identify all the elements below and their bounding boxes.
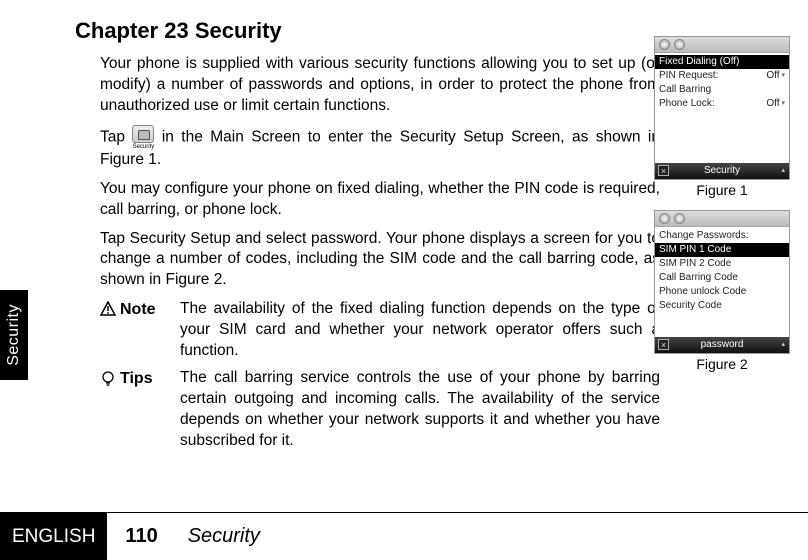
status-icon — [659, 213, 670, 224]
note-label: Note — [100, 299, 180, 362]
main-content: Your phone is supplied with various secu… — [100, 54, 660, 452]
list-item-label: Security Code — [659, 300, 722, 312]
paragraph-3: You may configure your phone on fixed di… — [100, 179, 660, 221]
note-block: Note The availability of the fixed diali… — [100, 299, 660, 362]
lightbulb-icon — [100, 370, 116, 388]
paragraph-1: Your phone is supplied with various secu… — [100, 54, 660, 117]
section-name: Security — [188, 525, 260, 548]
figure1-title: Security — [704, 165, 740, 177]
list-item-label: Phone unlock Code — [659, 286, 746, 298]
status-icon — [674, 39, 685, 50]
figure1-bottombar: × Security ▴ — [655, 163, 789, 179]
figure1-call-barring[interactable]: Call Barring — [659, 83, 785, 97]
security-icon-label: Security — [132, 144, 154, 150]
tips-block: Tips The call barring service controls t… — [100, 368, 660, 452]
up-arrow-icon: ▴ — [781, 167, 785, 175]
figure1-phone: Fixed Dialing (Off) PIN Request: Off ▾ C… — [654, 36, 790, 180]
figure2-header: Change Passwords: — [659, 229, 785, 243]
tips-body: The call barring service controls the us… — [180, 368, 660, 452]
figure1-fixed-dialing[interactable]: Fixed Dialing (Off) — [655, 55, 789, 69]
up-arrow-icon: ▴ — [781, 341, 785, 349]
pin-request-label: PIN Request: — [659, 70, 718, 82]
note-body: The availability of the fixed dialing fu… — [180, 299, 660, 362]
paragraph-4: Tap Security Setup and select password. … — [100, 229, 660, 292]
chevron-down-icon: ▾ — [781, 100, 785, 108]
side-tab: Security — [0, 290, 28, 380]
fixed-dialing-label: Fixed Dialing (Off) — [659, 56, 739, 68]
figure1-body: Fixed Dialing (Off) PIN Request: Off ▾ C… — [655, 53, 789, 163]
status-icon — [674, 213, 685, 224]
security-icon: Security — [132, 125, 154, 150]
list-item-label: SIM PIN 1 Code — [659, 244, 731, 256]
change-passwords-label: Change Passwords: — [659, 230, 749, 242]
phone-lock-label: Phone Lock: — [659, 98, 715, 110]
figure2-body: Change Passwords: SIM PIN 1 Code SIM PIN… — [655, 227, 789, 337]
side-tab-label: Security — [5, 304, 23, 366]
note-label-text: Note — [120, 299, 156, 321]
page-number: 110 — [125, 525, 157, 548]
p2-prefix: Tap — [100, 128, 132, 145]
figure2-item[interactable]: Call Barring Code — [659, 271, 785, 285]
figure1-topbar — [655, 37, 789, 53]
figure1-caption: Figure 1 — [654, 182, 790, 198]
figure2-item[interactable]: Security Code — [659, 299, 785, 313]
figure1-phone-lock[interactable]: Phone Lock: Off ▾ — [659, 97, 785, 111]
close-icon[interactable]: × — [658, 339, 669, 350]
tips-label: Tips — [100, 368, 180, 452]
tips-label-text: Tips — [120, 368, 153, 390]
figure2-item[interactable]: SIM PIN 1 Code — [655, 243, 789, 257]
p2-suffix: in the Main Screen to enter the Security… — [100, 128, 660, 167]
status-icon — [659, 39, 670, 50]
figure2-bottombar: × password ▴ — [655, 337, 789, 353]
figure2-topbar — [655, 211, 789, 227]
pin-request-value: Off — [766, 70, 779, 82]
list-item-label: Call Barring Code — [659, 272, 738, 284]
close-icon[interactable]: × — [658, 165, 669, 176]
phone-lock-value: Off — [766, 98, 779, 110]
paragraph-2: Tap Security in the Main Screen to enter… — [100, 125, 660, 171]
figure2-item[interactable]: SIM PIN 2 Code — [659, 257, 785, 271]
figures-column: Fixed Dialing (Off) PIN Request: Off ▾ C… — [654, 36, 790, 384]
chevron-down-icon: ▾ — [781, 72, 785, 80]
page-footer: ENGLISH 110 Security — [0, 512, 808, 560]
lock-icon — [132, 125, 154, 143]
figure2-item[interactable]: Phone unlock Code — [659, 285, 785, 299]
list-item-label: SIM PIN 2 Code — [659, 258, 731, 270]
language-badge: ENGLISH — [0, 513, 107, 560]
call-barring-label: Call Barring — [659, 84, 711, 96]
figure2-title: password — [701, 339, 744, 351]
figure2-phone: Change Passwords: SIM PIN 1 Code SIM PIN… — [654, 210, 790, 354]
figure2-caption: Figure 2 — [654, 356, 790, 372]
figure1-pin-request[interactable]: PIN Request: Off ▾ — [659, 69, 785, 83]
warning-icon — [100, 301, 116, 317]
